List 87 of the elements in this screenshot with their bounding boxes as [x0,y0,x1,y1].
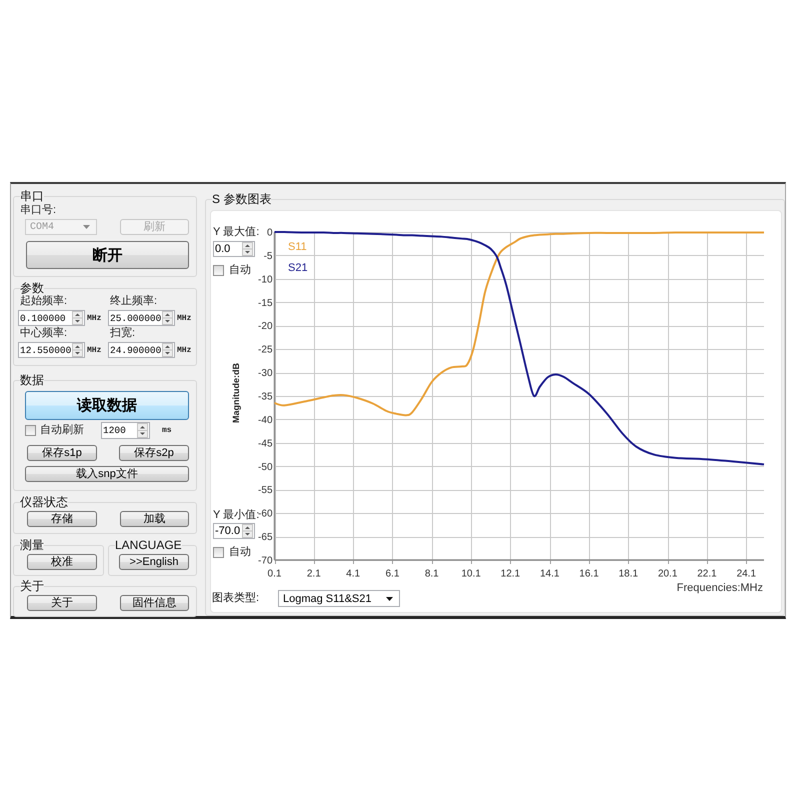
axis-tick-label: 0 [266,228,272,238]
action-button[interactable]: >>English [119,554,189,570]
action-button[interactable]: 校准 [27,554,97,570]
axis-tick-label: -65 [258,532,272,544]
chart-type-dropdown[interactable]: Logmag S11&S21 [278,590,400,607]
number-field[interactable]: 0.100000 [18,310,85,326]
checkbox-label: 自动 [229,264,251,277]
group-title: 参数 [20,282,44,295]
checkbox-label: 自动刷新 [40,424,84,437]
axis-tick-label: -40 [258,414,272,426]
up-down-arrows-icon[interactable] [242,524,253,538]
up-down-arrows-icon[interactable] [242,242,253,256]
unit-label: MHz [177,314,192,322]
axis-tick-label: -55 [258,485,272,496]
field-label: 中心频率: [20,327,68,340]
number-field[interactable]: 0.0 [213,241,255,257]
axis-tick-label: 14.1 [540,568,560,580]
axis-tick-label: -70 [258,556,272,566]
axis-tick-label: -20 [258,321,272,332]
unit-label: ms [162,426,172,435]
up-down-arrows-icon[interactable] [72,343,83,357]
checkbox[interactable] [25,425,36,436]
axis-tick-label: 18.1 [618,568,638,580]
axis-tick-label: 12.1 [500,568,520,580]
group-title: 仪器状态 [20,496,68,509]
chart-type-label: 图表类型: [212,592,260,605]
group-title: S 参数图表 [212,193,272,206]
action-button[interactable]: 关于 [27,595,97,611]
axis-tick-label: 22.1 [697,568,717,580]
axis-title: Magnitude:dB [230,363,240,423]
group-title: LANGUAGE [115,539,182,552]
axis-tick-label: -15 [258,298,272,309]
group-title: 数据 [20,374,44,387]
axis-tick-label: -25 [258,344,272,356]
checkbox[interactable] [213,547,224,558]
axis-title: Frequencies:MHz [676,582,763,595]
up-down-arrows-icon[interactable] [72,311,83,325]
unit-label: MHz [177,346,192,354]
axis-tick-label: 16.1 [579,568,599,580]
up-down-arrows-icon[interactable] [137,423,148,438]
axis-tick-label: -35 [258,392,272,402]
number-field[interactable]: -70.0 [213,523,255,539]
axis-tick-label: 0.1 [268,568,282,580]
field-label: 终止频率: [110,295,158,308]
axis-tick-label: 4.1 [346,568,360,580]
field-label: 串口号: [20,203,56,217]
axis-tick-label: -50 [258,462,272,473]
legend-label: S21 [288,262,308,274]
caret-icon [83,225,90,229]
number-field[interactable]: 12.550000 [18,342,85,358]
checkbox-label: 自动 [229,546,251,559]
caret-icon [386,596,393,600]
load-file-button[interactable]: 载入snp文件 [25,466,189,482]
action-button[interactable]: 固件信息 [120,595,189,611]
axis-tick-label: 6.1 [386,568,400,580]
group-title: 测量 [20,539,44,552]
save-button[interactable]: 保存s2p [119,445,189,461]
unit-label: MHz [87,346,102,354]
disconnect-button[interactable]: 断开 [26,241,189,269]
axis-tick-label: 8.1 [424,568,439,580]
axis-tick-label: -5 [264,250,272,262]
axis-tick-label: 24.1 [736,568,756,580]
number-field[interactable]: 25.000000 [108,310,175,326]
field-label: 起始频率: [20,295,68,308]
axis-tick-label: 10.1 [461,568,481,580]
axis-tick-label: -45 [258,438,272,450]
group-title: 串口 [20,190,44,203]
up-down-arrows-icon[interactable] [162,311,173,325]
axis-limit-label: Y 最大值: [213,226,260,238]
axis-tick-label: -10 [258,274,272,286]
group-title: 关于 [20,580,44,593]
save-button[interactable]: 保存s1p [27,445,97,461]
field-label: 扫宽: [110,327,136,340]
number-field[interactable]: 24.900000 [108,342,175,358]
checkbox[interactable] [213,265,224,276]
axis-tick-label: 2.1 [306,568,321,580]
action-button[interactable]: 加载 [120,511,189,527]
number-field[interactable]: 1200 [101,422,150,439]
read-data-button[interactable]: 读取数据 [25,391,189,420]
axis-limit-label: Y 最小值: [213,509,260,521]
axis-tick-label: 20.1 [658,568,678,580]
axis-tick-label: -60 [258,508,272,520]
up-down-arrows-icon[interactable] [162,343,173,357]
legend-label: S11 [288,241,307,253]
axis-tick-label: -30 [258,368,272,380]
unit-label: MHz [87,314,102,322]
action-button[interactable]: 存储 [27,511,97,527]
